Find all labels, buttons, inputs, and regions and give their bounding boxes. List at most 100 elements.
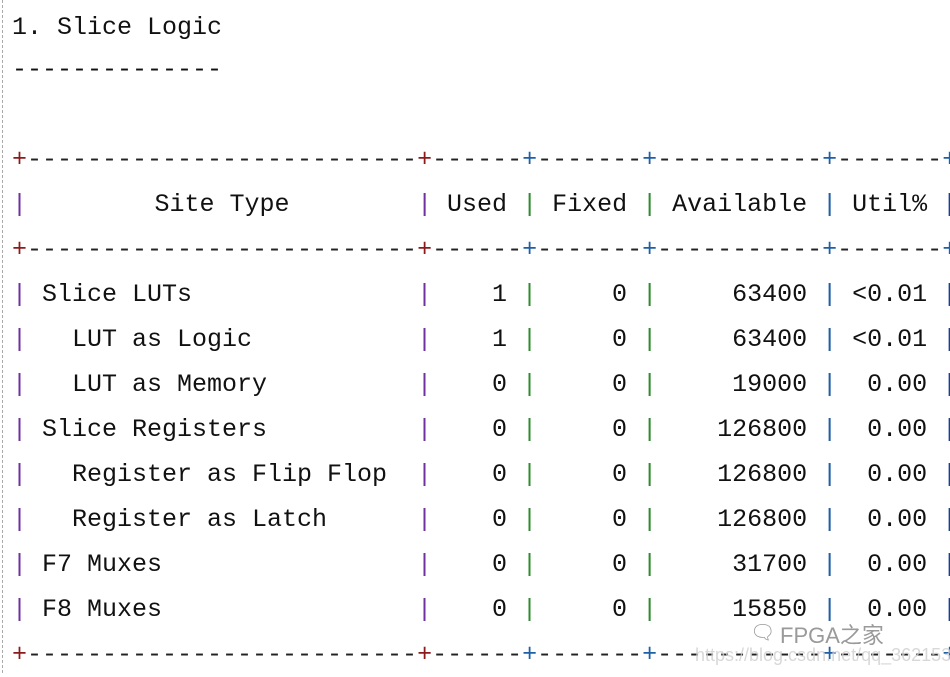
site-type-cell: LUT as Memory [72,370,268,399]
section-underline: -------------- [12,55,223,84]
column-separator: | [822,505,838,534]
table-row: | Register as Latch | 0 | 0 | 126800 | 0.00 | [12,497,950,542]
column-separator: | [642,595,658,624]
table-border: + -------------------------- + ------ + -----… [12,145,950,174]
table-row: | Slice Registers | 0 | 0 | 126800 | 0.00 | [12,407,950,452]
column-separator: | [12,325,28,354]
column-separator: | [522,415,538,444]
fixed-cell: Fixed [552,190,628,219]
column-separator: | [417,460,433,489]
column-separator: | [12,505,28,534]
util-cell: 0.00 [867,370,928,399]
fixed-cell: 0 [612,280,628,309]
column-separator: | [822,460,838,489]
available-cell: 126800 [717,505,808,534]
used-cell: 0 [492,595,508,624]
table-row: | Register as Flip Flop | 0 | 0 | 126800 | 0.00 | [12,452,950,497]
column-separator: | [642,550,658,579]
fixed-cell: 0 [612,460,628,489]
column-separator: | [12,370,28,399]
site-type-cell: Site Type [154,190,290,219]
util-cell: 0.00 [867,415,928,444]
column-separator: | [942,415,950,444]
table-border: + -------------------------- + ------ + -----… [12,235,950,264]
column-separator: | [417,325,433,354]
table-row: | LUT as Memory | 0 | 0 | 19000 | 0.00 | [12,362,950,407]
column-separator: | [942,460,950,489]
column-separator: | [522,280,538,309]
used-cell: Used [447,190,508,219]
column-separator: | [642,325,658,354]
column-separator: | [12,460,28,489]
site-type-cell: Register as Flip Flop [72,460,388,489]
column-separator: | [642,505,658,534]
available-cell: 63400 [732,325,808,354]
table-row: | LUT as Logic | 1 | 0 | 63400 | <0.01 | [12,317,950,362]
fixed-cell: 0 [612,370,628,399]
fixed-cell: 0 [612,415,628,444]
site-type-cell: F7 Muxes [42,550,163,579]
site-type-cell: F8 Muxes [42,595,163,624]
wechat-icon: 🗨 [750,622,776,644]
available-cell: 31700 [732,550,808,579]
fixed-cell: 0 [612,550,628,579]
column-separator: | [12,415,28,444]
table-header: | Site Type | Used | Fixed | Available | Util% | [12,182,950,227]
column-separator: | [942,595,950,624]
column-separator: | [822,550,838,579]
used-cell: 0 [492,370,508,399]
util-cell: 0.00 [867,460,928,489]
used-cell: 0 [492,550,508,579]
column-separator: | [417,370,433,399]
site-type-cell: Slice Registers [42,415,268,444]
used-cell: 0 [492,460,508,489]
column-separator: | [417,595,433,624]
column-separator: | [522,190,538,219]
column-separator: | [417,190,433,219]
site-type-cell: Slice LUTs [42,280,193,309]
used-cell: 0 [492,415,508,444]
column-separator: | [12,280,28,309]
column-separator: | [12,595,28,624]
column-separator: | [822,280,838,309]
column-separator: | [642,190,658,219]
column-separator: | [942,550,950,579]
used-cell: 1 [492,280,508,309]
column-separator: | [417,505,433,534]
fixed-cell: 0 [612,325,628,354]
site-type-cell: LUT as Logic [72,325,253,354]
util-cell: Util% [852,190,928,219]
column-separator: | [642,415,658,444]
column-separator: | [12,550,28,579]
column-separator: | [942,325,950,354]
column-separator: | [522,460,538,489]
util-cell: <0.01 [852,325,928,354]
used-cell: 0 [492,505,508,534]
column-separator: | [417,280,433,309]
column-separator: | [822,415,838,444]
section-title: 1. Slice Logic [12,13,223,42]
column-separator: | [522,595,538,624]
column-separator: | [822,190,838,219]
table-row: | Slice LUTs | 1 | 0 | 63400 | <0.01 | [12,272,950,317]
fixed-cell: 0 [612,505,628,534]
page-left-edge [2,0,3,673]
fixed-cell: 0 [612,595,628,624]
column-separator: | [942,505,950,534]
available-cell: 126800 [717,415,808,444]
column-separator: | [12,190,28,219]
column-separator: | [942,280,950,309]
column-separator: | [942,190,950,219]
report: 1. Slice Logic -------------- + ---------… [12,5,950,677]
column-separator: | [522,505,538,534]
table-row: | F7 Muxes | 0 | 0 | 31700 | 0.00 | [12,542,950,587]
column-separator: | [522,550,538,579]
column-separator: | [642,460,658,489]
available-cell: 63400 [732,280,808,309]
column-separator: | [522,370,538,399]
column-separator: | [417,550,433,579]
available-cell: 126800 [717,460,808,489]
utilization-table: + -------------------------- + ------ + -----… [12,137,950,677]
column-separator: | [642,370,658,399]
column-separator: | [822,325,838,354]
